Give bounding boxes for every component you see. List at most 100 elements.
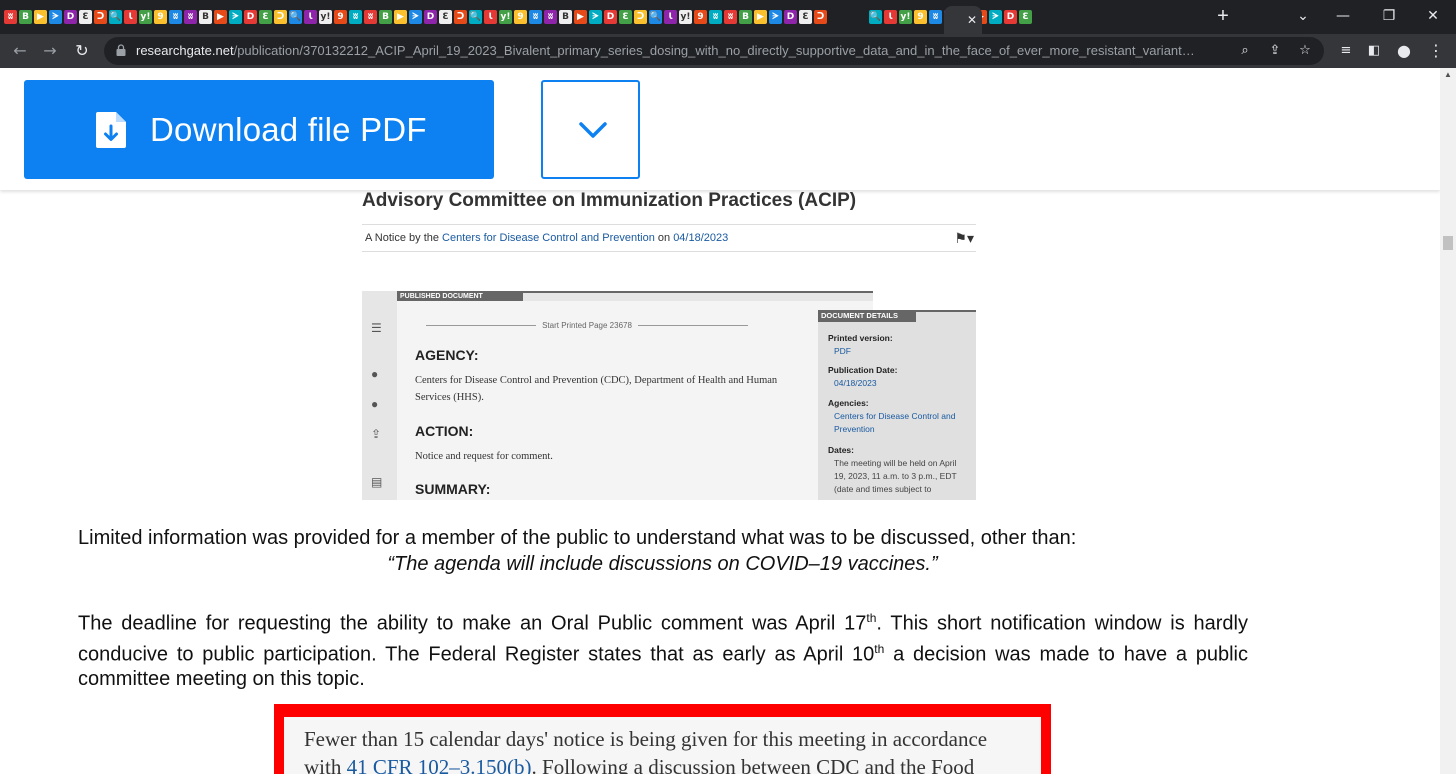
tab-favicon[interactable]: ᑐ: [94, 10, 107, 24]
tab-favicon[interactable]: B: [19, 10, 32, 24]
tab-favicon[interactable]: Ɛ: [799, 10, 812, 24]
tab-favicon[interactable]: D: [424, 10, 437, 24]
tab-favicon[interactable]: ʬ: [349, 10, 362, 24]
address-bar[interactable]: researchgate.net/publication/370132212_A…: [104, 37, 1324, 65]
share-icon: ⇪: [371, 427, 382, 441]
url-text[interactable]: researchgate.net/publication/370132212_A…: [136, 43, 1196, 58]
document-details-panel: DOCUMENT DETAILS Printed version: PDF Pub…: [818, 310, 976, 500]
forward-button[interactable]: →: [38, 39, 62, 63]
tab-favicon[interactable]: y!: [899, 10, 912, 24]
tab-favicon[interactable]: y!: [499, 10, 512, 24]
reload-button[interactable]: ↻: [70, 39, 94, 63]
tab-favicon[interactable]: Ɩ: [484, 10, 497, 24]
tab-favicon[interactable]: Ɩ: [664, 10, 677, 24]
minimize-button[interactable]: —: [1320, 0, 1366, 32]
tab-favicon[interactable]: B: [379, 10, 392, 24]
media-controls-icon[interactable]: ≡: [1334, 39, 1358, 63]
tab-favicon[interactable]: D: [604, 10, 617, 24]
tab-favicon[interactable]: ▶: [574, 10, 587, 24]
tab-favicon[interactable]: 9: [514, 10, 527, 24]
tab-favicon[interactable]: ᗒ: [769, 10, 782, 24]
tab-favicon[interactable]: 9: [694, 10, 707, 24]
tab-favicon[interactable]: y!: [319, 10, 332, 24]
side-panel-icon[interactable]: ◧: [1362, 39, 1386, 63]
tab-favicon[interactable]: 🔍: [649, 10, 662, 24]
tab-favicon[interactable]: 🔍: [469, 10, 482, 24]
tab-favicon[interactable]: D: [1004, 10, 1017, 24]
back-button[interactable]: ←: [8, 39, 32, 63]
tab-favicon[interactable]: ▶: [394, 10, 407, 24]
fr-sidebar-tools: ☰ ● ● ⇪ ▤: [362, 311, 395, 500]
share-icon[interactable]: ⇪: [1266, 42, 1284, 60]
fr-document-body: PUBLISHED DOCUMENT ☰ ● ● ⇪ ▤ Start Print…: [362, 291, 873, 500]
download-pdf-button[interactable]: Download file PDF: [24, 80, 494, 179]
tab-favicon[interactable]: ʬ: [184, 10, 197, 24]
file-download-icon: [96, 111, 126, 148]
tab-favicon[interactable]: B: [559, 10, 572, 24]
tab-favicon[interactable]: ʬ: [709, 10, 722, 24]
scroll-up-arrow[interactable]: ▲: [1440, 68, 1456, 82]
tab-favicon[interactable]: Ɩ: [884, 10, 897, 24]
tab-favicon[interactable]: D: [784, 10, 797, 24]
tab-favicon[interactable]: Ɛ: [1019, 10, 1032, 24]
tab-favicon[interactable]: ʬ: [529, 10, 542, 24]
print-icon: ▤: [371, 475, 383, 489]
tab-favicon[interactable]: B: [199, 10, 212, 24]
tab-favicon[interactable]: ᗒ: [49, 10, 62, 24]
tab-favicon[interactable]: Ɛ: [259, 10, 272, 24]
tab-favicon[interactable]: D: [64, 10, 77, 24]
tab-favicon[interactable]: ᑐ: [274, 10, 287, 24]
tab-favicon[interactable]: 🔍: [289, 10, 302, 24]
tab-favicon[interactable]: Ɛ: [79, 10, 92, 24]
tab-favicon[interactable]: D: [244, 10, 257, 24]
tab-favicon[interactable]: Ɩ: [304, 10, 317, 24]
document-details-tag: DOCUMENT DETAILS: [818, 310, 916, 322]
lock-icon[interactable]: [116, 44, 126, 56]
tab-favicon[interactable]: ᗒ: [229, 10, 242, 24]
tab-favicon[interactable]: ʬ: [169, 10, 182, 24]
tab-favicon[interactable]: Ɛ: [439, 10, 452, 24]
tab-favicon[interactable]: y!: [139, 10, 152, 24]
restore-button[interactable]: ❐: [1366, 0, 1412, 32]
tab-favicon[interactable]: y!: [679, 10, 692, 24]
tab-favicon[interactable]: ▶: [214, 10, 227, 24]
tab-favicon[interactable]: ᑐ: [634, 10, 647, 24]
tab-favicon[interactable]: Ɛ: [619, 10, 632, 24]
tab-favicon[interactable]: ᗒ: [589, 10, 602, 24]
tab-favicon[interactable]: Ɩ: [124, 10, 137, 24]
scroll-thumb[interactable]: [1443, 236, 1453, 250]
tab-favicon[interactable]: ▶: [754, 10, 767, 24]
more-options-button[interactable]: [541, 80, 640, 179]
tab-favicon[interactable]: 9: [914, 10, 927, 24]
zoom-icon[interactable]: ⌕: [1236, 42, 1254, 60]
tab-favicon[interactable]: ᑐ: [814, 10, 827, 24]
tab-favicon[interactable]: 🔍: [869, 10, 882, 24]
tab-favicon[interactable]: B: [739, 10, 752, 24]
close-tab-icon[interactable]: ✕: [967, 13, 977, 27]
tab-favicon[interactable]: ʬ: [4, 10, 17, 24]
tab-active[interactable]: ✕: [944, 6, 982, 34]
download-pdf-label: Download file PDF: [150, 110, 427, 148]
tab-favicon[interactable]: ᗒ: [989, 10, 1002, 24]
flag-icon: ⚑▾: [954, 230, 974, 246]
tab-favicon[interactable]: 9: [154, 10, 167, 24]
tab-favicon[interactable]: ᗒ: [409, 10, 422, 24]
tab-favicon[interactable]: ʬ: [929, 10, 942, 24]
tab-favicon[interactable]: 🔍: [109, 10, 122, 24]
tab-favicon[interactable]: ʬ: [724, 10, 737, 24]
excerpt-line-1: Fewer than 15 calendar days' notice is b…: [304, 727, 988, 751]
tab-favicon[interactable]: ᑐ: [454, 10, 467, 24]
tab-favicon[interactable]: ʬ: [544, 10, 557, 24]
menu-kebab-icon[interactable]: ⋮: [1424, 39, 1448, 63]
tab-favicon[interactable]: 9: [334, 10, 347, 24]
bookmark-star-icon[interactable]: ☆: [1296, 42, 1314, 60]
summary-heading: SUMMARY:: [415, 481, 491, 497]
close-window-button[interactable]: ✕: [1410, 0, 1456, 32]
action-heading: ACTION:: [415, 423, 474, 439]
tab-favicon[interactable]: ▶: [34, 10, 47, 24]
page-scrollbar[interactable]: ▲: [1440, 68, 1456, 774]
new-tab-button[interactable]: +: [1212, 4, 1234, 28]
tab-favicon[interactable]: ʬ: [364, 10, 377, 24]
profile-icon[interactable]: ●: [1392, 39, 1416, 63]
excerpt-line-2: with 41 CFR 102–3.150(b). Following a di…: [304, 755, 975, 774]
